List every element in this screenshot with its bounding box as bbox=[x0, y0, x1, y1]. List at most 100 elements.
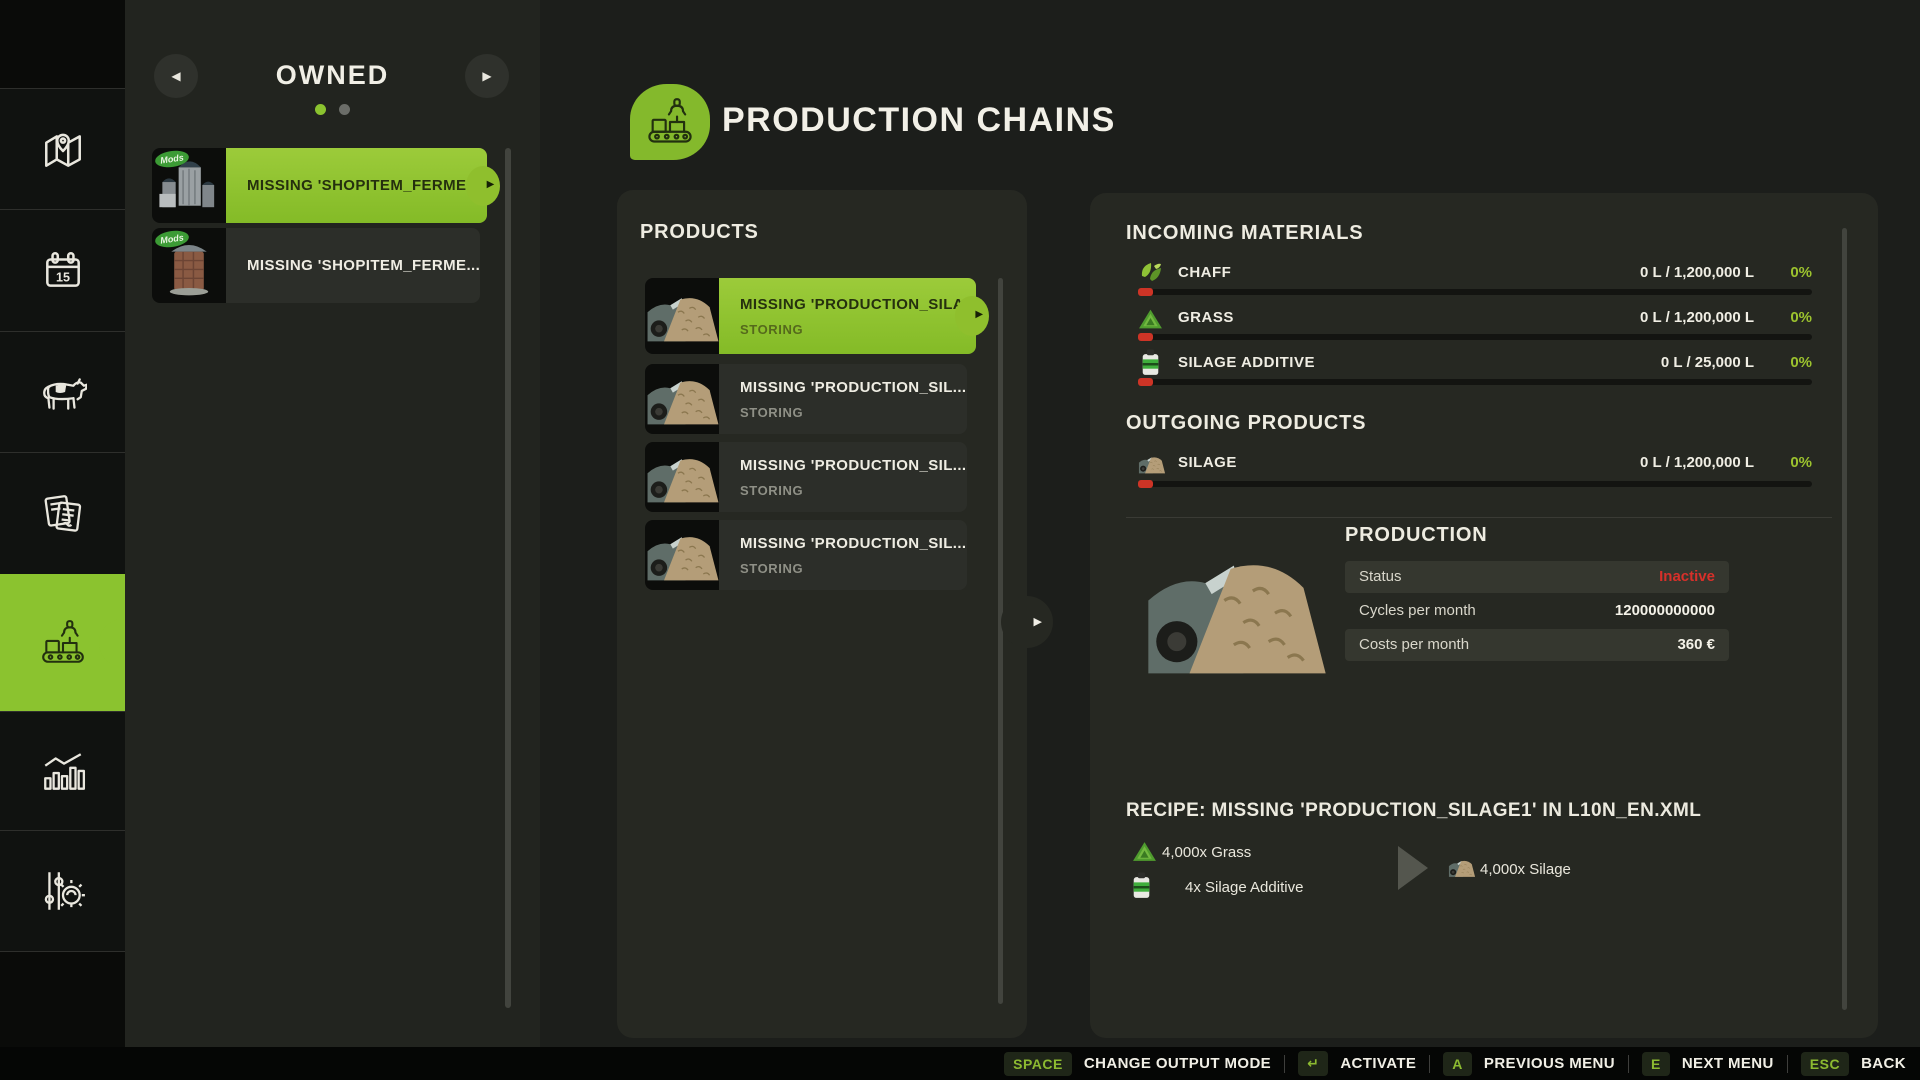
material-row: SILAGE 0 L / 1,200,000 L 0% bbox=[1126, 450, 1812, 478]
action-back[interactable]: ESC BACK bbox=[1801, 1052, 1906, 1076]
product-item[interactable]: MISSING 'PRODUCTION_SIL... STORING bbox=[645, 442, 967, 512]
sidebar-item-settings[interactable] bbox=[0, 830, 125, 952]
material-progressbar bbox=[1138, 289, 1812, 295]
progress-nub bbox=[1138, 333, 1153, 341]
recipe-input: 4,000x Grass bbox=[1162, 844, 1251, 861]
settings-icon bbox=[39, 868, 87, 914]
stat-label: Status bbox=[1359, 568, 1402, 585]
production-chains-icon bbox=[644, 97, 696, 147]
material-row: CHAFF 0 L / 1,200,000 L 0% bbox=[1126, 260, 1812, 288]
sidebar-item-production-chains[interactable]: ▶ bbox=[0, 574, 125, 711]
material-value: 0 L / 1,200,000 L bbox=[1640, 309, 1754, 326]
material-value: 0 L / 1,200,000 L bbox=[1640, 454, 1754, 471]
selected-tail: ▶ bbox=[955, 296, 989, 336]
silage-image bbox=[645, 278, 719, 354]
owned-item-title: MISSING 'SHOPITEM_FERMENT bbox=[247, 177, 487, 194]
sidebar-item-statistics[interactable] bbox=[0, 711, 125, 831]
details-scrollbar[interactable] bbox=[1842, 228, 1847, 1010]
section-divider bbox=[1126, 517, 1832, 518]
silage-image bbox=[645, 442, 719, 512]
material-label: SILAGE bbox=[1178, 454, 1237, 471]
products-title: PRODUCTS bbox=[640, 221, 759, 244]
product-item[interactable]: MISSING 'PRODUCTION_SILAG STORING ▶ bbox=[645, 278, 967, 354]
recipe-input: 4x Silage Additive bbox=[1185, 879, 1303, 896]
production-chains-icon bbox=[38, 619, 88, 667]
owned-item-thumbnail: Mods bbox=[152, 228, 226, 303]
progress-nub bbox=[1138, 378, 1153, 386]
sidebar-item-contracts[interactable] bbox=[0, 452, 125, 575]
material-label: GRASS bbox=[1178, 309, 1234, 326]
action-change-output-mode[interactable]: SPACE CHANGE OUTPUT MODE bbox=[1004, 1052, 1271, 1076]
production-cycles-row: Cycles per month 120000000000 bbox=[1345, 595, 1729, 627]
material-label: CHAFF bbox=[1178, 264, 1231, 281]
stat-label: Costs per month bbox=[1359, 636, 1469, 653]
production-point-image bbox=[1142, 545, 1332, 675]
material-row: GRASS 0 L / 1,200,000 L 0% bbox=[1126, 305, 1812, 333]
status-badge: Inactive bbox=[1659, 568, 1715, 585]
products-panel: PRODUCTS MISSING 'PRODUCTION_SILAG STORI… bbox=[617, 190, 1027, 1038]
selected-tail: ▶ bbox=[466, 166, 500, 206]
material-percent: 0% bbox=[1766, 264, 1812, 281]
owned-scrollbar[interactable] bbox=[505, 148, 511, 1008]
product-item[interactable]: MISSING 'PRODUCTION_SIL... STORING bbox=[645, 520, 967, 590]
action-label: NEXT MENU bbox=[1682, 1055, 1774, 1072]
outgoing-products-title: OUTGOING PRODUCTS bbox=[1126, 412, 1366, 435]
calendar-icon bbox=[40, 250, 86, 292]
action-label: ACTIVATE bbox=[1340, 1055, 1416, 1072]
stat-value: 360 € bbox=[1677, 636, 1715, 653]
product-item[interactable]: MISSING 'PRODUCTION_SIL... STORING bbox=[645, 364, 967, 434]
product-title: MISSING 'PRODUCTION_SIL... bbox=[740, 457, 967, 474]
silage-additive-icon bbox=[1140, 349, 1161, 377]
chaff-icon bbox=[1138, 260, 1164, 286]
action-activate[interactable]: ↵ ACTIVATE bbox=[1298, 1051, 1416, 1076]
product-status: STORING bbox=[740, 483, 967, 498]
product-thumbnail bbox=[645, 278, 719, 354]
production-status-row: Status Inactive bbox=[1345, 561, 1729, 593]
production-costs-row: Costs per month 360 € bbox=[1345, 629, 1729, 661]
owned-item[interactable]: Mods MISSING 'SHOPITEM_FERMENT ▶ bbox=[152, 148, 480, 223]
material-progressbar bbox=[1138, 379, 1812, 385]
product-status: STORING bbox=[740, 322, 976, 337]
silage-image bbox=[645, 520, 719, 590]
action-next-menu[interactable]: E NEXT MENU bbox=[1642, 1052, 1774, 1076]
separator bbox=[1429, 1055, 1430, 1073]
esc-keycap: ESC bbox=[1801, 1052, 1849, 1076]
pager-dot-active[interactable] bbox=[315, 104, 326, 115]
grass-icon bbox=[1138, 308, 1163, 330]
animals-icon bbox=[39, 373, 87, 413]
product-title: MISSING 'PRODUCTION_SILAG bbox=[740, 296, 976, 313]
action-label: PREVIOUS MENU bbox=[1484, 1055, 1615, 1072]
material-label: SILAGE ADDITIVE bbox=[1178, 354, 1315, 371]
material-percent: 0% bbox=[1766, 309, 1812, 326]
sidebar-item-calendar[interactable] bbox=[0, 209, 125, 332]
products-panel-bump[interactable]: ▶ bbox=[1001, 596, 1053, 648]
progress-nub bbox=[1138, 480, 1153, 488]
page-title: PRODUCTION CHAINS bbox=[722, 98, 1116, 142]
owned-item-thumbnail: Mods bbox=[152, 148, 226, 223]
action-previous-menu[interactable]: A PREVIOUS MENU bbox=[1443, 1052, 1615, 1076]
production-title: PRODUCTION bbox=[1345, 524, 1487, 547]
material-row: SILAGE ADDITIVE 0 L / 25,000 L 0% bbox=[1126, 350, 1812, 378]
separator bbox=[1284, 1055, 1285, 1073]
product-status: STORING bbox=[740, 405, 967, 420]
products-scrollbar[interactable] bbox=[998, 278, 1003, 1004]
material-percent: 0% bbox=[1766, 354, 1812, 371]
pager-dot[interactable] bbox=[339, 104, 350, 115]
statistics-icon bbox=[39, 750, 87, 794]
space-keycap: SPACE bbox=[1004, 1052, 1072, 1076]
sidebar-item-map[interactable] bbox=[0, 88, 125, 210]
owned-item[interactable]: Mods MISSING 'SHOPITEM_FERME... bbox=[152, 228, 480, 303]
product-status: STORING bbox=[740, 561, 967, 576]
owned-pager-dots bbox=[125, 102, 540, 120]
stat-value: 120000000000 bbox=[1615, 602, 1715, 619]
incoming-materials-title: INCOMING MATERIALS bbox=[1126, 222, 1363, 245]
action-label: BACK bbox=[1861, 1055, 1906, 1072]
page-header-badge bbox=[630, 84, 710, 160]
enter-keycap: ↵ bbox=[1298, 1051, 1328, 1076]
product-title: MISSING 'PRODUCTION_SIL... bbox=[740, 379, 967, 396]
map-icon bbox=[40, 128, 86, 172]
product-thumbnail bbox=[645, 364, 719, 434]
a-keycap: A bbox=[1443, 1052, 1472, 1076]
material-value: 0 L / 25,000 L bbox=[1661, 354, 1754, 371]
sidebar-item-animals[interactable] bbox=[0, 331, 125, 453]
